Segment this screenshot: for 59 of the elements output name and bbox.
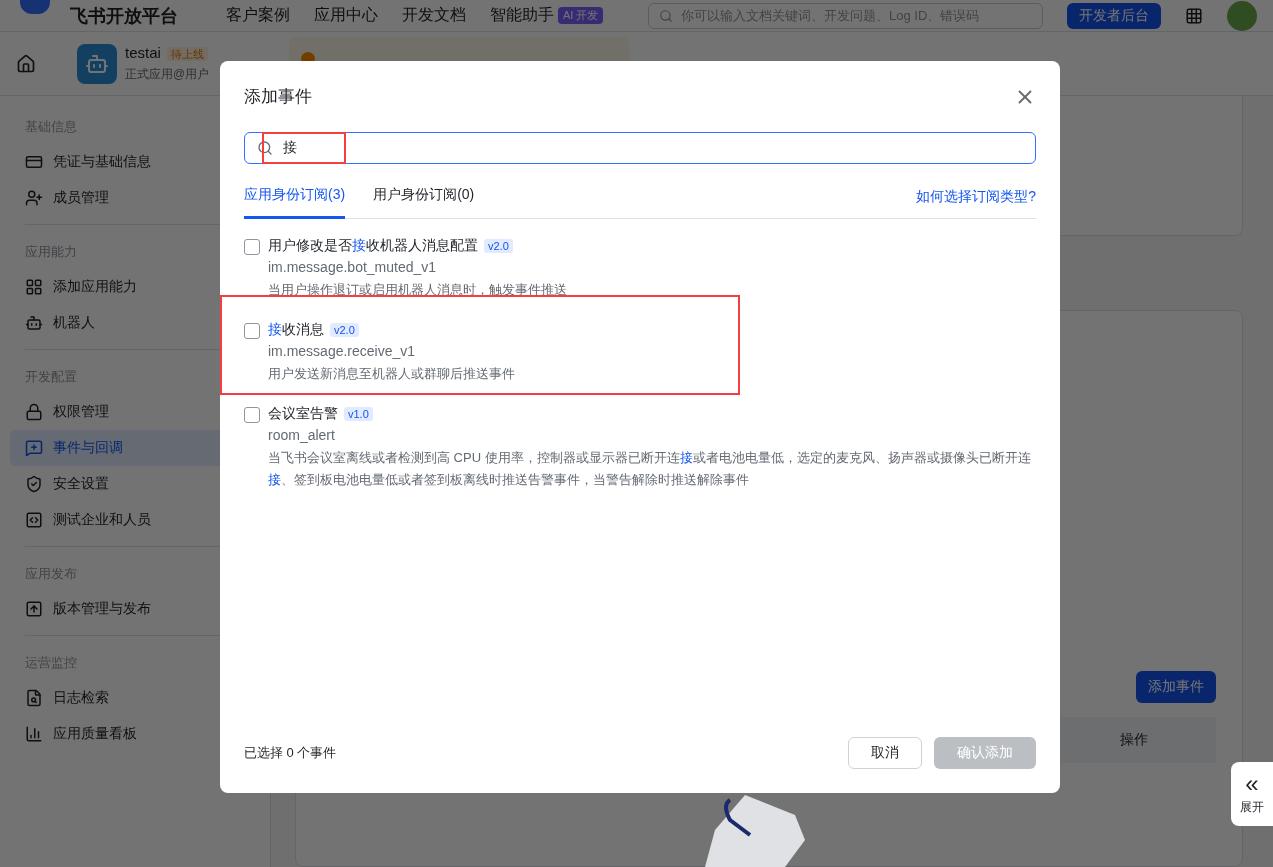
version-badge: v2.0	[484, 239, 513, 253]
expand-icon: «	[1245, 772, 1259, 795]
robot-icon	[25, 314, 43, 332]
shield-check-icon	[25, 475, 43, 493]
event-key: room_alert	[268, 427, 1036, 443]
app-subtitle: 正式应用@用户	[125, 66, 210, 83]
event-title: 会议室告警	[268, 405, 338, 423]
nav-link[interactable]: 智能助手	[490, 5, 554, 26]
dialog-title: 添加事件	[244, 86, 312, 108]
tab[interactable]: 应用身份订阅(3)	[244, 176, 346, 219]
sidebar-item[interactable]: 权限管理	[10, 394, 260, 430]
apps-grid-icon[interactable]	[1185, 6, 1203, 25]
event-title: 接收消息	[268, 321, 324, 339]
sidebar-item[interactable]: 日志检索	[10, 680, 260, 716]
lock-icon	[25, 403, 43, 421]
checkbox[interactable]	[244, 323, 260, 339]
user-avatar[interactable]	[1227, 0, 1257, 31]
id-card-icon	[25, 153, 43, 171]
bar-chart-icon	[25, 725, 43, 743]
nav-link[interactable]: 应用中心	[314, 5, 378, 26]
file-search-icon	[25, 689, 43, 707]
expand-label: 展开	[1240, 798, 1264, 816]
nav-link[interactable]: 开发文档	[402, 5, 466, 26]
status-badge: 待上线	[166, 47, 208, 61]
message-plus-icon	[25, 439, 43, 457]
console-button[interactable]: 开发者后台	[1067, 2, 1161, 29]
user-plus-icon	[25, 189, 43, 207]
search-field[interactable]: 接	[244, 132, 1036, 164]
column-header: 操作	[1120, 731, 1148, 749]
add-event-button[interactable]: 添加事件	[1136, 671, 1216, 703]
version-badge: v1.0	[344, 407, 373, 421]
event-description: 用户发送新消息至机器人或群聊后推送事件	[268, 365, 515, 383]
sidebar-item[interactable]: 测试企业和人员	[10, 502, 260, 538]
version-badge: v2.0	[330, 323, 359, 337]
event-description: 当飞书会议室离线或者检测到高 CPU 使用率，控制器或显示器已断开连接或者电池电量低，选定的麦克风、扬声器或摄像头已断开连 接、签到板电池电量低或者签到板离线时推送告警事件，当警告解除时推送解除事件	[268, 449, 1032, 489]
sidebar-item[interactable]: 添加应用能力	[10, 269, 260, 305]
expand-tab[interactable]: « 展开	[1231, 762, 1273, 826]
tab[interactable]: 用户身份订阅(0)	[373, 176, 475, 219]
checkbox[interactable]	[244, 407, 260, 423]
sidebar-item[interactable]: 安全设置	[10, 466, 260, 502]
search-icon	[257, 140, 273, 156]
logo-icon	[20, 0, 50, 14]
app-name: testai	[125, 44, 161, 61]
checkbox[interactable]	[244, 239, 260, 255]
code-icon	[25, 511, 43, 529]
cancel-button[interactable]: 取消	[848, 737, 922, 769]
home-icon[interactable]	[16, 53, 36, 74]
sidebar-item[interactable]: 版本管理与发布	[10, 591, 260, 627]
grid-plus-icon	[25, 278, 43, 296]
selected-count: 已选择 0 个事件	[244, 744, 337, 762]
event-key: im.message.bot_muted_v1	[268, 259, 567, 275]
brand-name: 飞书开放平台	[70, 4, 178, 28]
upload-icon	[25, 600, 43, 618]
sidebar-item[interactable]: 机器人	[10, 305, 260, 341]
nav-link[interactable]: 客户案例	[226, 5, 290, 26]
event-key: im.message.receive_v1	[268, 343, 515, 359]
help-link[interactable]: 如何选择订阅类型?	[916, 188, 1036, 206]
event-title: 用户修改是否接收机器人消息配置	[268, 237, 478, 255]
search-icon	[659, 8, 673, 23]
